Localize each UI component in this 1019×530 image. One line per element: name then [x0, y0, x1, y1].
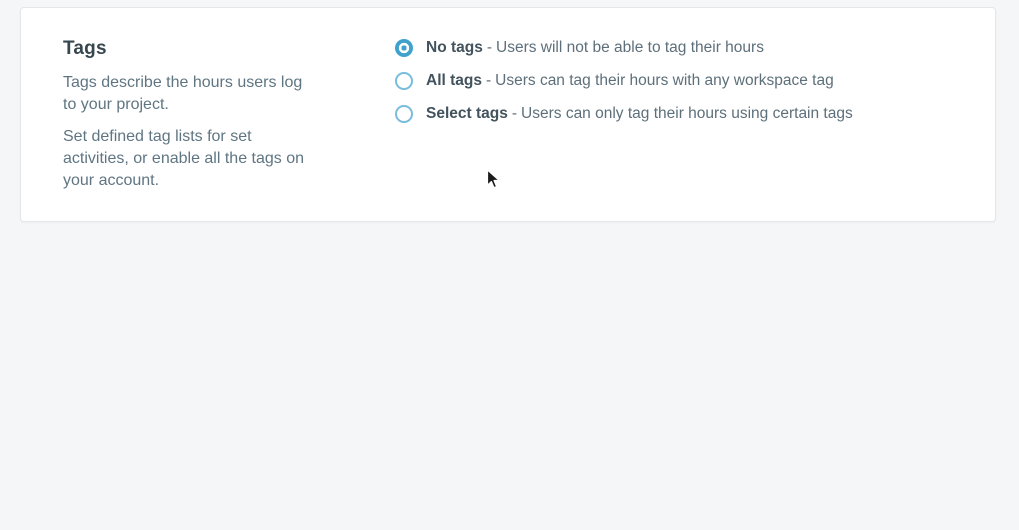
radio-option-all-tags[interactable]: All tags - Users can tag their hours with … — [395, 71, 965, 90]
radio-option-select-tags[interactable]: Select tags - Users can only tag their hou… — [395, 104, 965, 123]
label-separator: - — [485, 72, 492, 89]
label-separator: - — [511, 105, 518, 122]
radio-option-text: No tags - Users will not be able to tag th… — [426, 38, 764, 57]
radio-button-icon[interactable] — [395, 104, 413, 123]
tags-settings-card: Tags Tags describe the hours users log t… — [20, 7, 996, 222]
label-separator: - — [486, 39, 493, 56]
section-title: Tags — [63, 38, 107, 59]
radio-option-description: Users will not be able to tag their hour… — [496, 39, 764, 56]
section-description-paragraph: Set defined tag lists for set activities… — [63, 128, 305, 189]
tags-radio-group: No tags - Users will not be able to tag th… — [395, 38, 965, 192]
radio-option-label: No tags — [426, 39, 483, 56]
radio-option-text: All tags - Users can tag their hours with … — [426, 71, 834, 90]
radio-button-icon[interactable] — [395, 38, 413, 57]
radio-option-label: Select tags — [426, 105, 508, 122]
section-description-paragraph: Tags describe the hours users log to you… — [63, 74, 303, 113]
page-background: { "card": { "section": { "title": "Tags"… — [0, 0, 1019, 530]
radio-option-description: Users can tag their hours with any works… — [495, 72, 834, 89]
section-description: Tags describe the hours users log to you… — [63, 72, 315, 192]
radio-option-description: Users can only tag their hours using cer… — [521, 105, 853, 122]
radio-option-label: All tags — [426, 72, 482, 89]
radio-button-icon[interactable] — [395, 71, 413, 90]
radio-option-no-tags[interactable]: No tags - Users will not be able to tag th… — [395, 38, 965, 57]
radio-option-text: Select tags - Users can only tag their hou… — [426, 104, 853, 123]
tags-section-info: Tags Tags describe the hours users log t… — [63, 38, 315, 192]
